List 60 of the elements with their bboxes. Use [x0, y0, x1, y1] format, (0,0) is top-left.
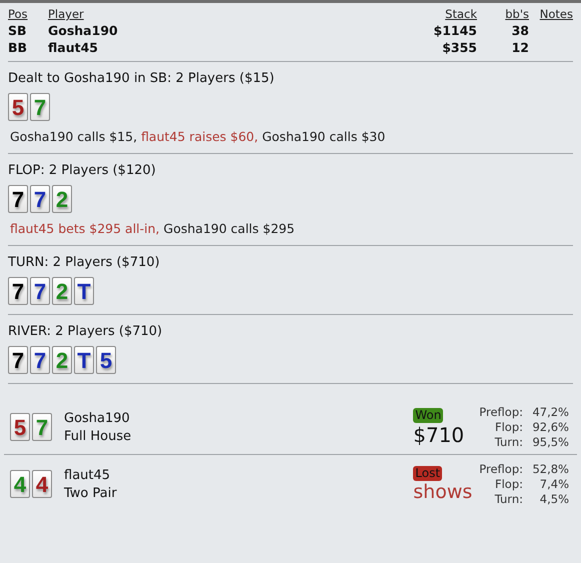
column-header[interactable]: Notes — [529, 7, 573, 21]
action-text: Gosha190 calls $30 — [262, 129, 386, 144]
result-amount: $710 — [413, 422, 464, 446]
equity-value: 95,5% — [531, 434, 569, 450]
equity-value: 92,6% — [531, 420, 569, 434]
hand-rank: Two Pair — [64, 486, 118, 500]
playing-card: 5 — [8, 93, 28, 121]
playing-card: 7 — [30, 346, 50, 374]
equity-value: 4,5% — [538, 492, 569, 506]
result-badge: Lost — [413, 466, 442, 480]
playing-card: T — [74, 277, 94, 305]
playing-card: T — [74, 346, 94, 374]
playing-card: 7 — [8, 346, 28, 374]
playing-card: 4 — [32, 470, 52, 498]
street-title: FLOP: 2 Players ($120) — [8, 163, 157, 178]
playing-card: 7 — [32, 413, 52, 441]
playing-card: 2 — [52, 185, 72, 213]
table-cell-text: BB — [8, 40, 28, 55]
street-title: TURN: 2 Players ($710) — [8, 255, 161, 270]
equity-label: Preflop: — [479, 462, 523, 476]
column-header[interactable]: bb's — [477, 7, 529, 21]
player-name: flaut45 — [64, 468, 112, 482]
equity-label: Flop: — [494, 476, 523, 492]
equity-value: 7,4% — [538, 476, 569, 492]
column-header[interactable]: Player — [48, 7, 407, 21]
playing-card: 7 — [30, 93, 50, 121]
street-title: RIVER: 2 Players ($710) — [8, 324, 164, 339]
equity-label: Turn: — [494, 434, 523, 450]
action-text: flaut45 raises $60, — [141, 129, 258, 144]
result-badge: Won — [413, 408, 444, 422]
playing-card: 2 — [52, 277, 72, 305]
equity-label: Flop: — [494, 420, 523, 434]
table-cell-text: flaut45 — [48, 40, 99, 55]
table-cell-text: SB — [8, 23, 28, 38]
table-cell-text: 38 — [510, 23, 529, 38]
table-cell-text: $355 — [441, 40, 477, 55]
result-amount: shows — [413, 480, 472, 502]
action-text: Gosha190 calls $15, — [10, 129, 138, 144]
playing-card: 5 — [96, 346, 116, 374]
table-cell-text: Gosha190 — [48, 23, 119, 38]
action-text: Gosha190 calls $295 — [164, 221, 295, 236]
equity-value: 52,8% — [531, 462, 569, 476]
playing-card: 2 — [52, 346, 72, 374]
table-cell-text: $1145 — [432, 23, 477, 38]
column-header[interactable]: Stack — [407, 7, 477, 21]
equity-label: Turn: — [494, 492, 523, 506]
hand-rank: Full House — [64, 428, 132, 444]
playing-card: 7 — [30, 277, 50, 305]
table-cell-text: 12 — [510, 40, 529, 55]
column-header[interactable]: Pos — [8, 7, 48, 21]
action-text: flaut45 bets $295 all-in, — [10, 221, 160, 236]
equity-value: 47,2% — [531, 404, 569, 420]
equity-label: Preflop: — [479, 404, 523, 420]
playing-card: 5 — [10, 413, 30, 441]
playing-card: 7 — [30, 185, 50, 213]
street-title: Dealt to Gosha190 in SB: 2 Players ($15) — [8, 71, 276, 86]
playing-card: 7 — [8, 277, 28, 305]
playing-card: 7 — [8, 185, 28, 213]
player-name: Gosha190 — [64, 410, 131, 426]
playing-card: 4 — [10, 470, 30, 498]
